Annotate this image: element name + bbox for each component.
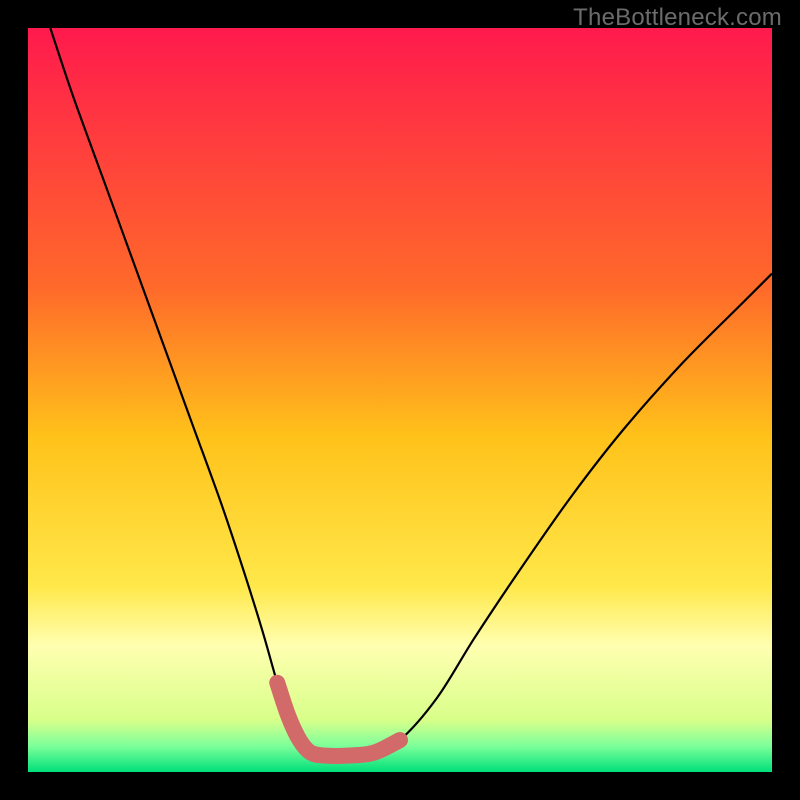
bottleneck-chart — [28, 28, 772, 772]
chart-frame: TheBottleneck.com — [0, 0, 800, 800]
gradient-background — [28, 28, 772, 772]
plot-area — [28, 28, 772, 772]
